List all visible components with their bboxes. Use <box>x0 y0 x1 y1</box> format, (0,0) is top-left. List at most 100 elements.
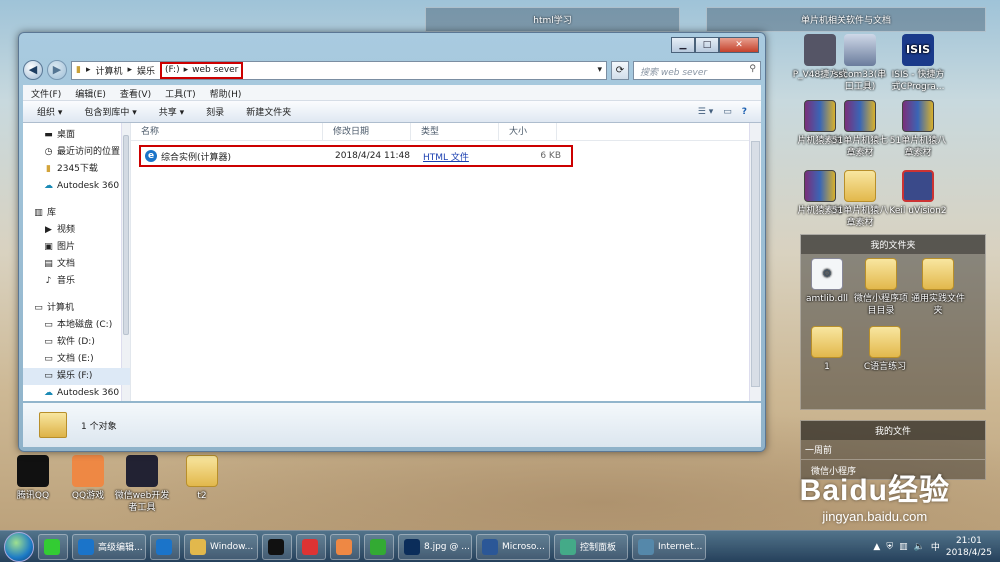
address-bar[interactable]: ▮ ▸ 计算机 ▸ 娱乐 (F:) ▸ web sever ▾ <box>71 60 607 80</box>
details-pane: 1 个对象 <box>23 403 761 447</box>
file-list: 名称 修改日期 类型 大小 e 综合实例(计算器) 2018/4/24 11:4… <box>131 123 761 401</box>
nav-item[interactable]: ▭ 本地磁盘 (C:) <box>23 317 130 334</box>
file-scrollbar[interactable] <box>749 123 761 401</box>
breadcrumb-folder[interactable]: web sever <box>192 65 238 75</box>
nav-item[interactable]: ▬ 桌面 <box>23 127 130 144</box>
building-icon <box>844 34 876 66</box>
nav-item[interactable]: ▭ 文档 (E:) <box>23 351 130 368</box>
menu-item-3[interactable]: 工具(T) <box>165 87 196 100</box>
nav-item[interactable]: ♪ 音乐 <box>23 273 130 290</box>
nav-item[interactable]: ☁ Autodesk 360 <box>23 178 130 195</box>
nav-item[interactable]: ▣ 图片 <box>23 239 130 256</box>
chevron-down-icon[interactable]: ▾ <box>597 65 602 75</box>
shield-icon[interactable]: ⛨ <box>886 542 893 552</box>
taskbar-item-9[interactable]: Microso... <box>476 533 550 560</box>
nav-item-label: 文档 (E:) <box>57 354 94 364</box>
desktop-icon-3[interactable]: t2 <box>172 455 232 502</box>
taskbar-item-0[interactable] <box>38 533 68 560</box>
mcu-fence-title: 单片机相关软件与文档 <box>800 16 891 26</box>
column-type[interactable]: 类型 <box>411 123 499 140</box>
breadcrumb-drive-letter[interactable]: (F:) <box>165 65 180 75</box>
myfile-icon-2[interactable]: 通用实践文件夹 <box>908 258 968 317</box>
taskbar-item-10[interactable]: 控制面板 <box>554 533 628 560</box>
taskbar-item-7[interactable] <box>364 533 394 560</box>
menu-item-4[interactable]: 帮助(H) <box>210 87 242 100</box>
desktop-icon-2[interactable]: 微信web开发者工具 <box>112 455 172 514</box>
taskbar-item-3[interactable]: Window... <box>184 533 258 560</box>
taskbar-item-6[interactable] <box>330 533 360 560</box>
forward-button[interactable]: ▶ <box>47 60 67 80</box>
picture-icon: ▣ <box>44 242 53 252</box>
nav-item[interactable]: ▶ 视频 <box>23 222 130 239</box>
toolbar-item-0[interactable]: 组织 ▾ <box>37 105 62 118</box>
taskbar-item-5[interactable] <box>296 533 326 560</box>
myfile-icon-3[interactable]: 1 <box>797 326 857 373</box>
menu-item-0[interactable]: 文件(F) <box>31 87 61 100</box>
toolbar-item-1[interactable]: 包含到库中 ▾ <box>84 105 136 118</box>
myfile-icon-1[interactable]: 微信小程序项目目录 <box>851 258 911 317</box>
taskbar-item-11[interactable]: Internet... <box>632 533 706 560</box>
desktop-icon-0[interactable]: 腾讯QQ <box>3 455 63 502</box>
file-name: 综合实例(计算器) <box>161 152 232 163</box>
nav-item[interactable]: ☁ Autodesk 360 <box>23 385 130 401</box>
column-size[interactable]: 大小 <box>499 123 557 140</box>
desktop_right_row2-icon-2[interactable]: 51单片机猿八章素材 <box>888 100 948 159</box>
nav-item[interactable]: ▭ 软件 (D:) <box>23 334 130 351</box>
input-method-icon[interactable]: 中 <box>931 540 940 553</box>
toolbar-item-4[interactable]: 新建文件夹 <box>246 105 291 118</box>
start-button[interactable] <box>4 531 34 562</box>
command-toolbar: 组织 ▾ 包含到库中 ▾ 共享 ▾ 刻录 新建文件夹 ☰ ▾ ▭ ? <box>23 101 761 123</box>
myfile-icon-0[interactable]: ⚙ amtlib.dll <box>797 258 857 305</box>
column-name[interactable]: 名称 <box>131 123 323 140</box>
close-button[interactable]: ✕ <box>719 37 759 53</box>
volume-icon[interactable]: 🔈 <box>914 542 925 552</box>
clock[interactable]: 21:01 2018/4/25 <box>946 535 992 559</box>
nav-item[interactable]: ▥ 库 <box>23 205 130 222</box>
breadcrumb-drive[interactable]: 娱乐 <box>137 64 155 77</box>
nav-item-label: 图片 <box>57 242 76 252</box>
search-input[interactable]: 搜索 web sever ⚲ <box>633 60 761 80</box>
show-hidden-icons[interactable]: ▲ <box>873 542 880 552</box>
taskbar-item-4[interactable] <box>262 533 292 560</box>
refresh-button[interactable]: ⟳ <box>611 60 629 80</box>
taskbar-item-2[interactable] <box>150 533 180 560</box>
file-scroll-thumb[interactable] <box>751 141 760 387</box>
nav-item[interactable]: ▭ 娱乐 (F:) <box>23 368 130 385</box>
back-button[interactable]: ◀ <box>23 60 43 80</box>
desktop_right_row2-icon-1[interactable]: 51单片机猿七章素材 <box>830 100 890 159</box>
folder-icon <box>869 326 901 358</box>
view-options-icon[interactable]: ☰ ▾ <box>698 107 713 117</box>
clock-time: 21:01 <box>955 535 982 546</box>
file-row[interactable]: e 综合实例(计算器) 2018/4/24 11:48 HTML 文件 6 KB <box>139 145 573 167</box>
player-icon <box>370 538 386 555</box>
toolbar-item-2[interactable]: 共享 ▾ <box>159 105 184 118</box>
nav-item-label: Autodesk 360 <box>57 181 120 191</box>
menu-item-2[interactable]: 查看(V) <box>120 87 151 100</box>
myfile-icon-4[interactable]: C语言练习 <box>855 326 915 373</box>
column-date[interactable]: 修改日期 <box>323 123 411 140</box>
watermark-url: jingyan.baidu.com <box>822 509 928 524</box>
taskbar-item-8[interactable]: 8.jpg @ ... <box>398 533 472 560</box>
desktop_right_row1-icon-2[interactable]: ISIS ISIS - 快捷方式CProgra... <box>888 34 948 93</box>
nav-item[interactable]: ▮ 2345下载 <box>23 161 130 178</box>
desktop-icon-1[interactable]: QQ游戏 <box>58 455 118 502</box>
network-icon[interactable]: ▥ <box>899 542 908 552</box>
preview-pane-icon[interactable]: ▭ <box>723 107 732 117</box>
toolbar-item-3[interactable]: 刻录 <box>206 105 224 118</box>
explorer-window: ▁ □ ✕ ◀ ▶ ▮ ▸ 计算机 ▸ 娱乐 (F:) ▸ web sever … <box>18 32 766 452</box>
minimize-button[interactable]: ▁ <box>671 37 695 53</box>
desktop_right_row1-icon-1[interactable]: sscom33(串口工具) <box>830 34 890 93</box>
html-fence: html学习 <box>425 7 680 32</box>
help-icon[interactable]: ? <box>742 107 747 117</box>
desktop_right_row3-icon-2[interactable]: Keil uVision2 <box>888 170 948 217</box>
breadcrumb-computer[interactable]: 计算机 <box>95 64 122 77</box>
menu-item-1[interactable]: 编辑(E) <box>75 87 106 100</box>
internet-icon <box>638 538 654 555</box>
maximize-button[interactable]: □ <box>695 37 719 53</box>
nav-item[interactable]: ▭ 计算机 <box>23 300 130 317</box>
nav-item[interactable]: ▤ 文档 <box>23 256 130 273</box>
nav-item[interactable]: ◷ 最近访问的位置 <box>23 144 130 161</box>
taskbar-item-1[interactable]: 高级编辑... <box>72 533 146 560</box>
desktop_right_row3-icon-1[interactable]: 51单片机猿八章素材 <box>830 170 890 229</box>
folder-icon <box>865 258 897 290</box>
